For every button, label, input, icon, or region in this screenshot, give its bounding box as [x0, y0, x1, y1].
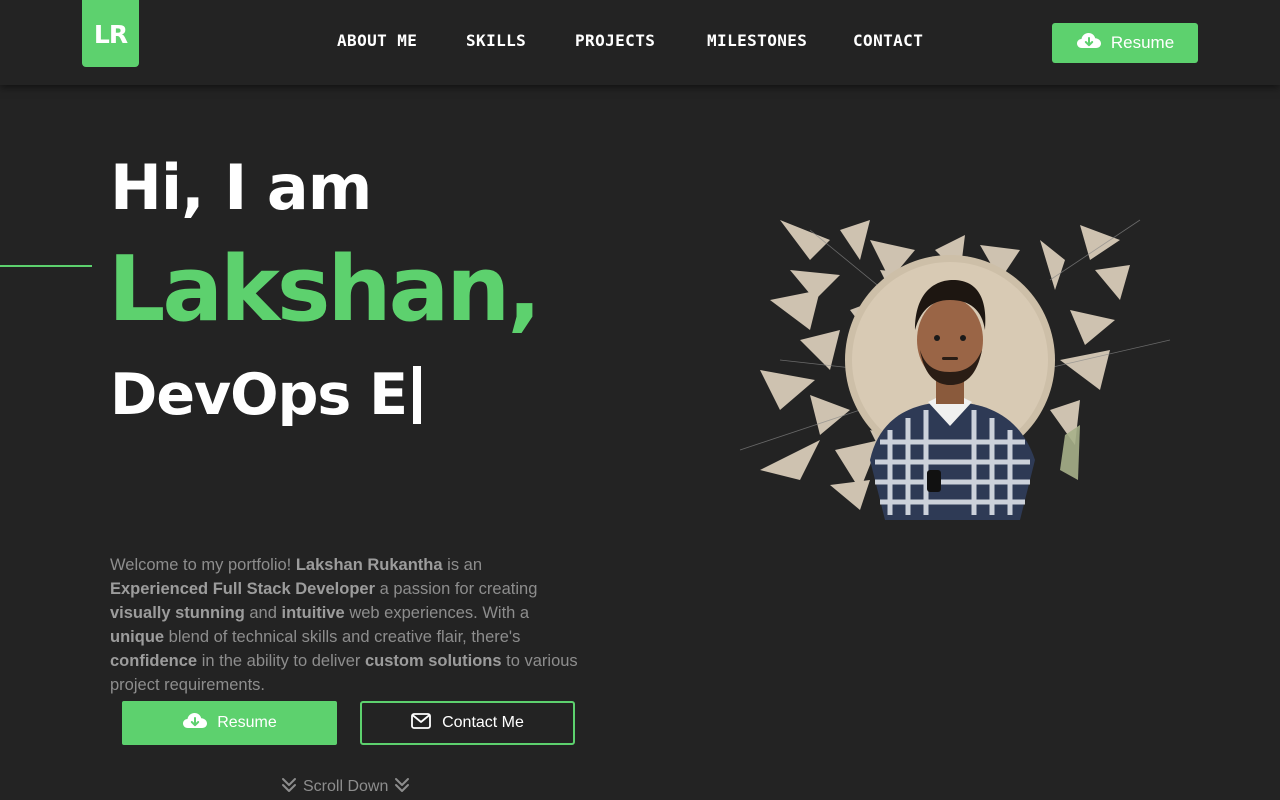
cloud-download-icon: [1076, 31, 1102, 55]
intro-highlight: Lakshan Rukantha: [295, 555, 443, 574]
logo[interactable]: LR: [82, 0, 139, 67]
resume-button-label: Resume: [217, 714, 277, 731]
intro-highlight: confidence: [110, 651, 198, 670]
intro-text: is an: [442, 555, 482, 574]
intro-text: a passion for creating: [375, 579, 538, 598]
cloud-download-icon: [182, 711, 208, 735]
intro-text: blend of technical skills and creative f…: [164, 627, 521, 646]
nav-item-projects[interactable]: Projects: [575, 31, 655, 51]
accent-line: [0, 265, 92, 267]
profile-photo: [720, 180, 1180, 560]
intro-text: web experiences. With a: [344, 603, 530, 622]
hero-intro: Welcome to my portfolio! Lakshan Rukanth…: [110, 553, 580, 697]
hero-name: Lakshan,: [108, 237, 542, 342]
hero-greeting: Hi, I am: [110, 151, 372, 224]
intro-highlight: intuitive: [281, 603, 345, 622]
intro-text: and: [244, 603, 282, 622]
nav-item-about-me[interactable]: About Me: [337, 31, 417, 51]
intro-text: in the ability to deliver: [197, 651, 365, 670]
navbar: LR About Me Skills Projects Milestones C…: [0, 0, 1280, 85]
profile-illustration: [739, 219, 1171, 520]
contact-me-button[interactable]: Contact Me: [360, 701, 575, 745]
hero-role: DevOps E: [110, 360, 422, 430]
scroll-down-link[interactable]: Scroll Down: [281, 775, 410, 799]
nav-item-milestones[interactable]: Milestones: [707, 31, 807, 51]
intro-text: Welcome to my portfolio!: [110, 555, 296, 574]
resume-button[interactable]: Resume: [122, 701, 337, 745]
double-chevron-down-icon: [394, 777, 410, 798]
nav-resume-label: Resume: [1110, 33, 1175, 52]
nav-item-skills[interactable]: Skills: [466, 31, 526, 51]
intro-highlight: visually stunning: [110, 603, 245, 622]
typing-cursor: [413, 366, 422, 424]
intro-highlight: unique: [110, 627, 165, 646]
hero-role-text: DevOps E: [110, 362, 408, 428]
contact-me-label: Contact Me: [442, 714, 524, 731]
nav-item-contact[interactable]: Contact: [853, 31, 923, 51]
double-chevron-down-icon: [281, 777, 297, 798]
intro-highlight: Experienced Full Stack Developer: [110, 579, 376, 598]
envelope-icon: [411, 713, 431, 733]
intro-highlight: custom solutions: [364, 651, 502, 670]
scroll-down-label: Scroll Down: [303, 778, 389, 795]
nav-resume-button[interactable]: Resume: [1052, 23, 1198, 63]
logo-text: LR: [93, 20, 128, 49]
